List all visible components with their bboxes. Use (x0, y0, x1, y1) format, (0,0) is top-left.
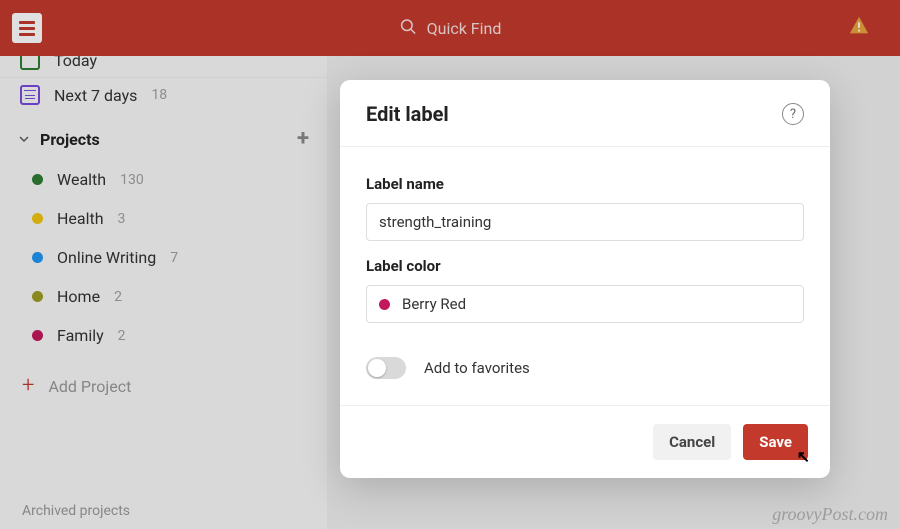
favorites-row: Add to favorites (366, 343, 804, 397)
cursor-icon: ↖ (797, 447, 810, 466)
label-name-heading: Label name (366, 175, 804, 193)
label-color-heading: Label color (366, 257, 804, 275)
modal-body: Label name Label color Berry Red Add to … (340, 147, 830, 405)
label-color-select[interactable]: Berry Red (366, 285, 804, 323)
edit-label-modal: Edit label ? Label name Label color Berr… (340, 80, 830, 478)
cancel-button[interactable]: Cancel (653, 424, 731, 460)
watermark: groovyPost.com (772, 504, 888, 525)
modal-header: Edit label ? (340, 80, 830, 147)
help-icon[interactable]: ? (782, 103, 804, 125)
modal-overlay[interactable]: Edit label ? Label name Label color Berr… (0, 0, 900, 529)
save-button[interactable]: Save ↖ (743, 424, 808, 460)
label-color-value: Berry Red (402, 295, 466, 313)
save-button-label: Save (759, 433, 792, 451)
modal-footer: Cancel Save ↖ (340, 405, 830, 478)
favorites-toggle[interactable] (366, 357, 406, 379)
toggle-knob (368, 359, 386, 377)
label-name-input[interactable] (366, 203, 804, 241)
favorites-label: Add to favorites (424, 359, 530, 377)
color-swatch-icon (379, 299, 390, 310)
modal-title: Edit label (366, 102, 449, 126)
